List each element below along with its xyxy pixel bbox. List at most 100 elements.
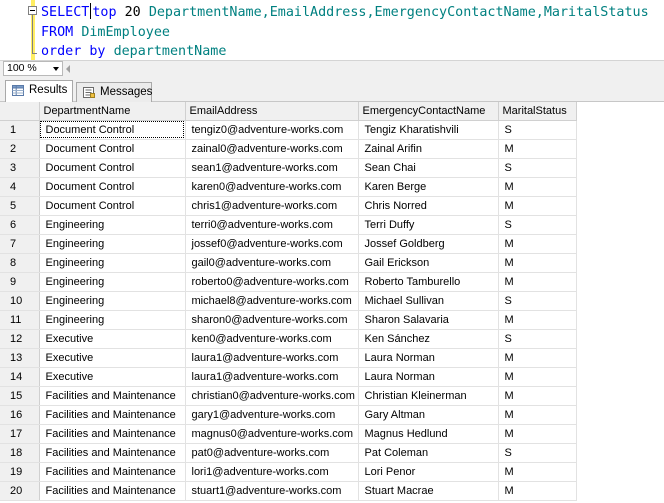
- table-cell[interactable]: pat0@adventure-works.com: [185, 443, 359, 463]
- table-cell[interactable]: M: [498, 481, 577, 501]
- table-row[interactable]: 20 Facilities and Maintenance stuart1@adve…: [0, 481, 577, 501]
- tab-results[interactable]: Results: [5, 80, 73, 103]
- table-row[interactable]: 15 Facilities and Maintenance christian0@a…: [0, 386, 577, 406]
- table-cell[interactable]: tengiz0@adventure-works.com: [185, 120, 359, 140]
- table-cell[interactable]: michael8@adventure-works.com: [185, 291, 359, 311]
- table-cell[interactable]: Lori Penor: [358, 462, 499, 482]
- table-row[interactable]: 17 Facilities and Maintenance magnus0@adve…: [0, 424, 577, 444]
- table-row[interactable]: 18 Facilities and Maintenance pat0@adventu…: [0, 443, 577, 463]
- table-cell[interactable]: Roberto Tamburello: [358, 272, 499, 292]
- column-header[interactable]: EmailAddress: [185, 102, 359, 121]
- table-cell[interactable]: M: [498, 253, 577, 273]
- tab-messages[interactable]: Messages: [76, 82, 152, 102]
- table-cell[interactable]: S: [498, 329, 577, 349]
- table-cell[interactable]: gail0@adventure-works.com: [185, 253, 359, 273]
- table-cell[interactable]: Facilities and Maintenance: [39, 405, 186, 425]
- table-row[interactable]: 10 Engineering michael8@adventure-works.co…: [0, 291, 577, 311]
- results-grid[interactable]: DepartmentName EmailAddress EmergencyCon…: [0, 102, 664, 503]
- table-cell[interactable]: Document Control: [39, 177, 186, 197]
- table-cell[interactable]: Engineering: [39, 310, 186, 330]
- table-row[interactable]: 1 Document Control tengiz0@adventure-works…: [0, 120, 577, 140]
- column-header[interactable]: MaritalStatus: [498, 102, 577, 121]
- table-row[interactable]: 12 Executive ken0@adventure-works.com Ken S…: [0, 329, 577, 349]
- table-row[interactable]: 3 Document Control sean1@adventure-works.c…: [0, 158, 577, 178]
- table-row[interactable]: 6 Engineering terri0@adventure-works.com Te…: [0, 215, 577, 235]
- table-row[interactable]: 9 Engineering roberto0@adventure-works.com…: [0, 272, 577, 292]
- table-cell[interactable]: Document Control: [39, 196, 186, 216]
- editor-horizontal-scrollbar[interactable]: [66, 61, 664, 76]
- table-cell[interactable]: terri0@adventure-works.com: [185, 215, 359, 235]
- table-cell[interactable]: Pat Coleman: [358, 443, 499, 463]
- table-cell[interactable]: laura1@adventure-works.com: [185, 367, 359, 387]
- table-cell[interactable]: Gail Erickson: [358, 253, 499, 273]
- table-cell[interactable]: M: [498, 272, 577, 292]
- table-cell[interactable]: Chris Norred: [358, 196, 499, 216]
- row-number[interactable]: 14: [0, 367, 40, 387]
- table-cell[interactable]: Sean Chai: [358, 158, 499, 178]
- table-cell[interactable]: Laura Norman: [358, 348, 499, 368]
- table-cell[interactable]: Document Control: [39, 120, 186, 140]
- table-cell[interactable]: zainal0@adventure-works.com: [185, 139, 359, 159]
- row-number[interactable]: 13: [0, 348, 40, 368]
- column-header[interactable]: EmergencyContactName: [358, 102, 499, 121]
- table-cell[interactable]: S: [498, 120, 577, 140]
- table-cell[interactable]: magnus0@adventure-works.com: [185, 424, 359, 444]
- table-cell[interactable]: M: [498, 310, 577, 330]
- table-cell[interactable]: M: [498, 367, 577, 387]
- row-number[interactable]: 9: [0, 272, 40, 292]
- table-cell[interactable]: S: [498, 291, 577, 311]
- row-number[interactable]: 1: [0, 120, 40, 140]
- row-number[interactable]: 20: [0, 481, 40, 501]
- collapse-icon[interactable]: [28, 6, 37, 15]
- table-cell[interactable]: Engineering: [39, 234, 186, 254]
- table-cell[interactable]: Executive: [39, 367, 186, 387]
- table-cell[interactable]: Karen Berge: [358, 177, 499, 197]
- table-cell[interactable]: S: [498, 443, 577, 463]
- scroll-left-icon[interactable]: [66, 65, 70, 73]
- table-cell[interactable]: gary1@adventure-works.com: [185, 405, 359, 425]
- query-editor[interactable]: SELECT top 20 DepartmentName,EmailAddress…: [0, 0, 664, 60]
- table-cell[interactable]: Laura Norman: [358, 367, 499, 387]
- table-cell[interactable]: Zainal Arifin: [358, 139, 499, 159]
- table-row[interactable]: 5 Document Control chris1@adventure-works.…: [0, 196, 577, 216]
- table-row[interactable]: 11 Engineering sharon0@adventure-works.com…: [0, 310, 577, 330]
- table-cell[interactable]: Document Control: [39, 139, 186, 159]
- row-number[interactable]: 18: [0, 443, 40, 463]
- grid-corner[interactable]: [0, 102, 40, 121]
- row-number[interactable]: 7: [0, 234, 40, 254]
- row-number[interactable]: 12: [0, 329, 40, 349]
- row-number[interactable]: 17: [0, 424, 40, 444]
- table-cell[interactable]: Facilities and Maintenance: [39, 443, 186, 463]
- row-number[interactable]: 4: [0, 177, 40, 197]
- row-number[interactable]: 19: [0, 462, 40, 482]
- table-cell[interactable]: lori1@adventure-works.com: [185, 462, 359, 482]
- table-cell[interactable]: Facilities and Maintenance: [39, 424, 186, 444]
- table-cell[interactable]: Jossef Goldberg: [358, 234, 499, 254]
- table-cell[interactable]: M: [498, 405, 577, 425]
- table-cell[interactable]: jossef0@adventure-works.com: [185, 234, 359, 254]
- table-cell[interactable]: stuart1@adventure-works.com: [185, 481, 359, 501]
- table-cell[interactable]: Facilities and Maintenance: [39, 386, 186, 406]
- row-number[interactable]: 2: [0, 139, 40, 159]
- table-cell[interactable]: M: [498, 196, 577, 216]
- row-number[interactable]: 6: [0, 215, 40, 235]
- table-cell[interactable]: karen0@adventure-works.com: [185, 177, 359, 197]
- table-row[interactable]: 8 Engineering gail0@adventure-works.com Gai…: [0, 253, 577, 273]
- table-cell[interactable]: sean1@adventure-works.com: [185, 158, 359, 178]
- table-cell[interactable]: christian0@adventure-works.com: [185, 386, 359, 406]
- query-text[interactable]: SELECT top 20 DepartmentName,EmailAddress…: [41, 3, 649, 60]
- table-cell[interactable]: M: [498, 348, 577, 368]
- chevron-down-icon[interactable]: [53, 67, 59, 71]
- table-cell[interactable]: Executive: [39, 329, 186, 349]
- table-cell[interactable]: Facilities and Maintenance: [39, 462, 186, 482]
- table-cell[interactable]: sharon0@adventure-works.com: [185, 310, 359, 330]
- row-number[interactable]: 3: [0, 158, 40, 178]
- row-number[interactable]: 8: [0, 253, 40, 273]
- table-cell[interactable]: Terri Duffy: [358, 215, 499, 235]
- table-cell[interactable]: Gary Altman: [358, 405, 499, 425]
- table-row[interactable]: 14 Executive laura1@adventure-works.com Lau…: [0, 367, 577, 387]
- table-cell[interactable]: M: [498, 424, 577, 444]
- table-cell[interactable]: Christian Kleinerman: [358, 386, 499, 406]
- table-cell[interactable]: M: [498, 139, 577, 159]
- table-cell[interactable]: Magnus Hedlund: [358, 424, 499, 444]
